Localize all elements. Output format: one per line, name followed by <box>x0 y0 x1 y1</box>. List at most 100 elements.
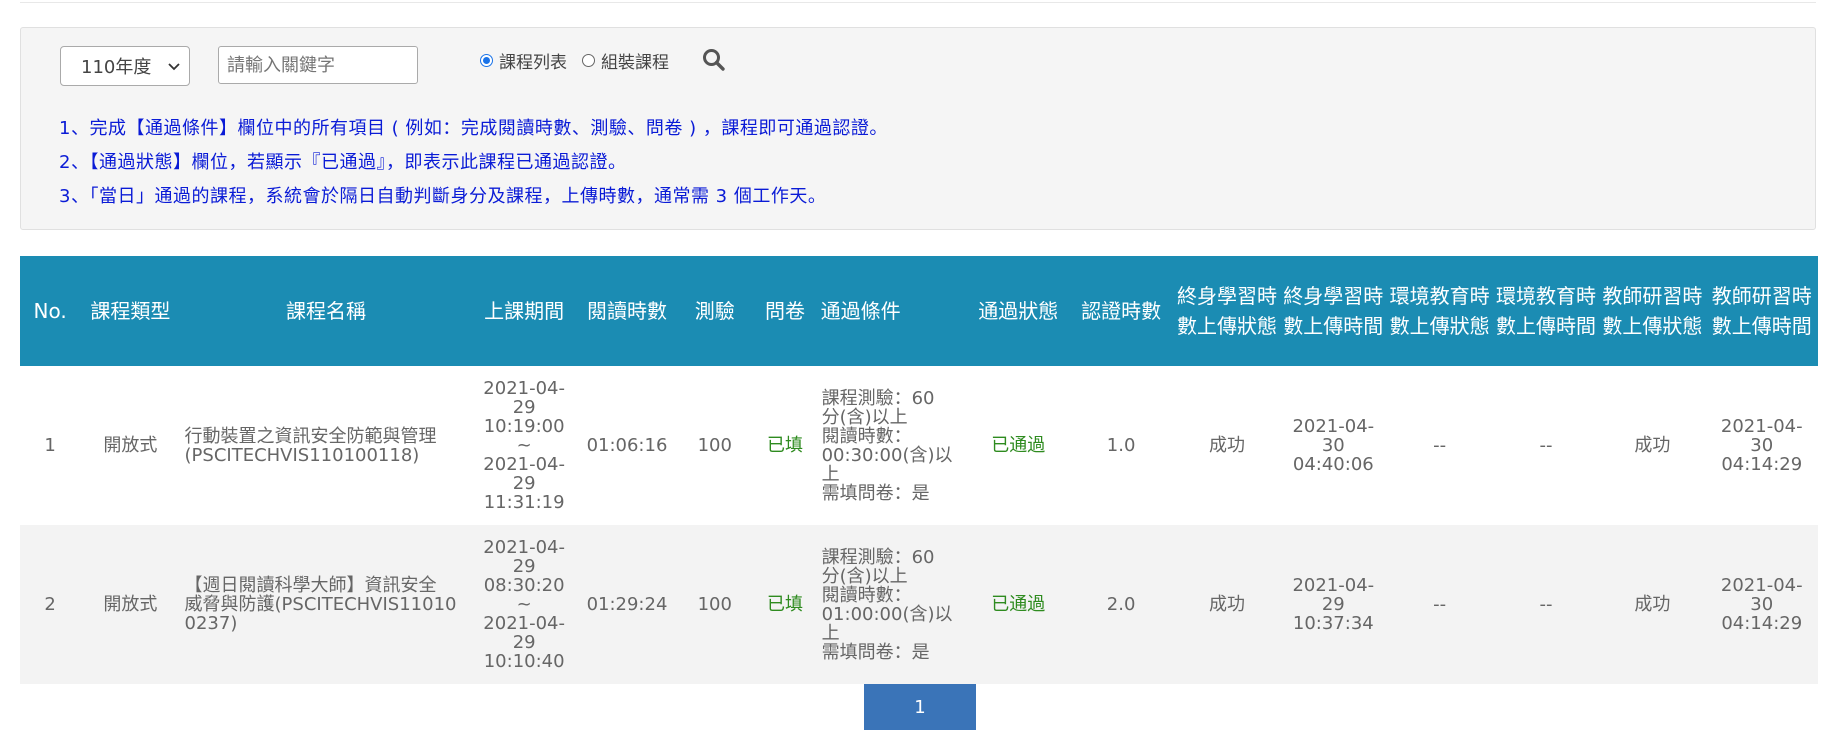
header-condition: 通過條件 <box>820 299 901 323</box>
radio-course-list[interactable]: 課程列表 <box>480 48 567 73</box>
period-line: 29 <box>512 556 536 577</box>
search-icon[interactable] <box>701 47 727 73</box>
condition-line: 閱讀時數： <box>821 584 912 606</box>
year-select[interactable]: 110年度 <box>60 46 190 86</box>
time-line: 2021-04- <box>1720 416 1803 437</box>
condition-line: 上 <box>821 463 840 485</box>
condition-line: 上 <box>821 622 840 644</box>
cell-env-time: -- <box>1539 594 1553 615</box>
condition-line: 課程測驗：60 <box>821 387 935 409</box>
time-line: 30 <box>1321 435 1345 456</box>
note-3: 3、「當日」通過的課程，系統會於隔日自動判斷身分及課程，上傳時數，通常需 3 個… <box>59 186 827 207</box>
period-line: ~ <box>516 435 532 456</box>
chevron-down-icon <box>168 63 180 71</box>
year-select-value: 110年度 <box>81 57 152 78</box>
course-table: No. 課程類型 課程名稱 上課期間 閱讀時數 測驗 問卷 通過條件 通過狀態 … <box>20 256 1818 684</box>
condition-line: 分(含)以上 <box>821 406 908 428</box>
cell-condition: 課程測驗：60 分(含)以上 閱讀時數： 01:00:00(含)以 上 需填問卷… <box>818 525 969 684</box>
cell-no: 2 <box>44 594 56 615</box>
header-teacher-time: 教師研習時數上傳時間 <box>1711 284 1812 338</box>
keyword-search-input[interactable] <box>218 46 418 84</box>
cell-env-status: -- <box>1433 594 1447 615</box>
cell-read-hours: 01:29:24 <box>586 594 668 615</box>
cell-test: 100 <box>697 594 732 615</box>
time-line: 30 <box>1750 435 1774 456</box>
cell-period: 2021-04- 29 08:30:20 ~ 2021-04- 29 10:10… <box>471 525 576 684</box>
table-header-row: No. 課程類型 課程名稱 上課期間 閱讀時數 測驗 問卷 通過條件 通過狀態 … <box>20 256 1818 366</box>
cell-course-name: 【週日閱讀科學大師】資訊安全 威脅與防護(PSCITECHVIS11010 02… <box>181 525 472 684</box>
cell-lifelong-status: 成功 <box>1208 435 1245 456</box>
header-test: 測驗 <box>694 299 735 323</box>
header-name: 課程名稱 <box>286 299 366 323</box>
header-env-time: 環境教育時數上傳時間 <box>1495 284 1596 338</box>
period-line: 29 <box>512 473 536 494</box>
header-survey: 問卷 <box>765 299 805 323</box>
cell-teacher-status: 成功 <box>1634 594 1671 615</box>
period-line: 11:31:19 <box>483 492 565 513</box>
cell-survey: 已填 <box>767 435 803 456</box>
condition-line: 01:00:00(含)以 <box>821 603 953 625</box>
period-line: 29 <box>512 397 536 418</box>
cell-read-hours: 01:06:16 <box>586 435 668 456</box>
condition-line: 閱讀時數： <box>821 425 912 447</box>
header-status: 通過狀態 <box>978 299 1059 323</box>
period-line: 10:10:40 <box>483 651 565 672</box>
header-cert-hours: 認證時數 <box>1081 299 1162 323</box>
cell-env-time: -- <box>1539 435 1553 456</box>
header-teacher-status: 教師研習時數上傳狀態 <box>1602 284 1703 338</box>
header-period: 上課期間 <box>484 299 565 323</box>
condition-line: 需填問卷：是 <box>821 482 930 504</box>
cell-teacher-status: 成功 <box>1634 435 1671 456</box>
filter-panel: 110年度 課程列表 組裝課程 1、完成【通過條件】欄位中的所有項目 ( 例如：… <box>20 27 1816 230</box>
header-lifelong-time: 終身學習時數上傳時間 <box>1283 284 1384 338</box>
time-line: 30 <box>1750 594 1774 615</box>
note-1: 1、完成【通過條件】欄位中的所有項目 ( 例如：完成閱讀時數、測驗、問卷 ) ，… <box>59 118 888 139</box>
course-name-line: (PSCITECHVIS110100118) <box>184 444 420 466</box>
cell-survey: 已填 <box>767 594 803 615</box>
header-no: No. <box>33 299 67 323</box>
condition-line: 分(含)以上 <box>821 565 908 587</box>
radio-selected-icon[interactable] <box>480 53 493 67</box>
period-line: 2021-04- <box>483 378 565 399</box>
time-line: 10:37:34 <box>1292 613 1374 634</box>
period-line: ~ <box>516 594 532 615</box>
radio-course-list-label: 課程列表 <box>499 52 567 73</box>
time-line: 2021-04- <box>1292 575 1375 596</box>
course-name-line: 行動裝置之資訊安全防範與管理 <box>184 425 437 447</box>
radio-unselected-icon[interactable] <box>582 53 595 67</box>
cell-teacher-time: 2021-04- 30 04:14:29 <box>1706 366 1819 525</box>
period-line: 2021-04- <box>483 454 565 475</box>
course-name-line: 威脅與防護(PSCITECHVIS11010 <box>184 594 457 615</box>
header-type: 課程類型 <box>90 299 171 323</box>
top-divider <box>20 0 1816 3</box>
cell-status: 已通過 <box>991 594 1046 615</box>
time-line: 04:40:06 <box>1292 454 1374 475</box>
condition-line: 需填問卷：是 <box>821 641 930 663</box>
table-row: 1 開放式 行動裝置之資訊安全防範與管理 (PSCITECHVIS1101001… <box>20 366 1818 525</box>
cell-period: 2021-04- 29 10:19:00 ~ 2021-04- 29 11:31… <box>471 366 576 525</box>
course-name-line: 【週日閱讀科學大師】資訊安全 <box>184 575 437 596</box>
instruction-notes: 1、完成【通過條件】欄位中的所有項目 ( 例如：完成閱讀時數、測驗、問卷 ) ，… <box>59 112 888 214</box>
cell-cert-hours: 1.0 <box>1106 435 1136 456</box>
cell-env-status: -- <box>1433 435 1447 456</box>
time-line: 29 <box>1321 594 1345 615</box>
course-name-line: 0237) <box>184 613 238 634</box>
cell-type: 開放式 <box>103 594 158 615</box>
note-2: 2、【通過狀態】欄位，若顯示『已通過』，即表示此課程已通過認證。 <box>59 152 627 173</box>
period-line: 08:30:20 <box>483 575 565 596</box>
cell-no: 1 <box>44 435 56 456</box>
radio-assembled-course[interactable]: 組裝課程 <box>582 48 669 73</box>
time-line: 2021-04- <box>1292 416 1375 437</box>
condition-line: 課程測驗：60 <box>821 546 935 568</box>
cell-type: 開放式 <box>103 435 158 456</box>
period-line: 29 <box>512 632 536 653</box>
table-row: 2 開放式 【週日閱讀科學大師】資訊安全 威脅與防護(PSCITECHVIS11… <box>20 525 1818 684</box>
header-read-hours: 閱讀時數 <box>586 299 667 323</box>
cell-teacher-time: 2021-04- 30 04:14:29 <box>1706 525 1819 684</box>
radio-assembled-label: 組裝課程 <box>601 52 669 73</box>
cell-course-name: 行動裝置之資訊安全防範與管理 (PSCITECHVIS110100118) <box>181 366 472 525</box>
cell-lifelong-status: 成功 <box>1208 594 1245 615</box>
cell-lifelong-time: 2021-04- 29 10:37:34 <box>1280 525 1386 684</box>
pagination-page-1-button[interactable]: 1 <box>864 684 976 730</box>
time-line: 04:14:29 <box>1721 454 1803 475</box>
